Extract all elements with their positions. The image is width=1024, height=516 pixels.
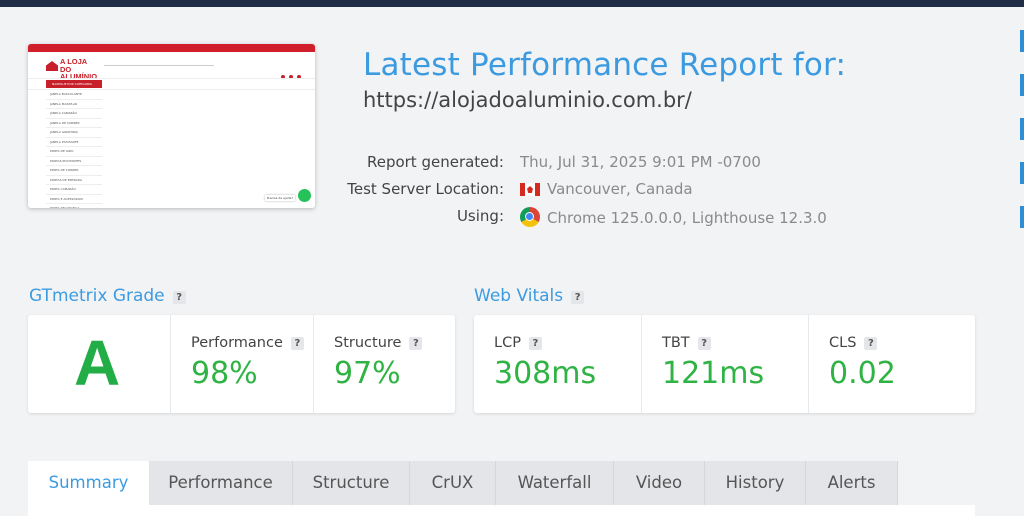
lcp-label: LCP — [494, 335, 521, 351]
tab-summary[interactable]: Summary — [28, 461, 149, 505]
test-location-value: Vancouver, Canada — [547, 180, 693, 198]
report-url[interactable]: https://alojadoaluminio.com.br/ — [363, 88, 692, 112]
top-bar — [0, 0, 1024, 7]
using-label: Using: — [456, 207, 504, 225]
gtmetrix-grade-title: GTmetrix Grade? — [29, 286, 186, 306]
test-location-label: Test Server Location: — [347, 180, 504, 198]
lcp-value: 308ms — [494, 356, 597, 391]
cls-label: CLS — [829, 335, 857, 351]
thumb-category-item: PORTAS PIVOTANTES — [46, 157, 102, 166]
grade-cell: A — [28, 315, 170, 413]
house-icon — [46, 61, 58, 71]
thumb-top-strip — [28, 44, 315, 52]
grade-letter: A — [74, 327, 121, 399]
lcp-cell: LCP? 308ms — [474, 315, 641, 413]
tab-alerts[interactable]: Alerts — [806, 461, 898, 505]
help-icon[interactable]: ? — [172, 291, 186, 304]
thumb-category-item: PORTA E ACESSÓRIOS — [46, 195, 102, 204]
report-generated-row: Report generated: Thu, Jul 31, 2025 9:01… — [330, 153, 810, 173]
test-location-row: Test Server Location: Vancouver, Canada — [330, 180, 810, 200]
thumb-category-item: PORTAS DE ENTRADA — [46, 176, 102, 185]
help-icon[interactable]: ? — [697, 337, 711, 350]
tbt-cell: TBT? 121ms — [641, 315, 809, 413]
cls-value: 0.02 — [829, 356, 896, 391]
thumb-header: A LOJA DO ALUMÍNIO — [28, 52, 315, 80]
structure-value: 97% — [334, 356, 401, 391]
thumb-nav: NAVEGUE POR CATEGORIA — [28, 78, 315, 90]
help-icon[interactable]: ? — [864, 337, 878, 350]
tbt-label: TBT — [662, 335, 690, 351]
thumb-category-item: PORTA SEGURANÇA — [46, 204, 102, 208]
thumb-category-item: PORTA DE CORRER — [46, 166, 102, 176]
tab-crux[interactable]: CrUX — [410, 461, 496, 505]
tab-video[interactable]: Video — [614, 461, 705, 505]
thumb-nav-category: NAVEGUE POR CATEGORIA — [46, 80, 102, 88]
using-row: Using: Chrome 125.0.0.0, Lighthouse 12.3… — [330, 207, 827, 227]
thumb-category-item: JANELA PIVOTANTE — [46, 138, 102, 147]
thumb-category-item: JANELA DE CORRER — [46, 119, 102, 128]
tab-performance[interactable]: Performance — [149, 461, 293, 505]
thumb-category-item: JANELA GIRATÓRIA — [46, 128, 102, 138]
help-icon[interactable]: ? — [290, 337, 304, 350]
report-generated-label: Report generated: — [366, 153, 504, 171]
cls-cell: CLS? 0.02 — [808, 315, 976, 413]
tab-structure[interactable]: Structure — [293, 461, 410, 505]
help-icon[interactable]: ? — [571, 291, 585, 304]
using-value: Chrome 125.0.0.0, Lighthouse 12.3.0 — [547, 209, 827, 227]
performance-value: 98% — [191, 356, 258, 391]
performance-label: Performance — [191, 335, 283, 351]
thumb-category-item: JANELA BASCULANTE — [46, 90, 102, 100]
page-title: Latest Performance Report for: — [363, 47, 847, 83]
structure-cell: Structure? 97% — [313, 315, 456, 413]
thumb-category-item: JANELA CAMARÃO — [46, 109, 102, 119]
tab-content-panel — [28, 505, 975, 516]
tbt-value: 121ms — [662, 356, 765, 391]
canada-flag-icon — [520, 183, 540, 196]
tab-history[interactable]: History — [705, 461, 806, 505]
right-edge-accent — [1020, 30, 1024, 250]
help-icon[interactable]: ? — [528, 337, 542, 350]
chrome-icon — [520, 207, 540, 227]
web-vitals-card: LCP? 308ms TBT? 121ms CLS? 0.02 — [474, 315, 975, 413]
report-generated-value: Thu, Jul 31, 2025 9:01 PM -0700 — [520, 153, 761, 171]
structure-label: Structure — [334, 335, 402, 351]
help-icon[interactable]: ? — [409, 337, 423, 350]
thumb-category-list: JANELA BASCULANTE JANELA MAXIM-AR JANELA C… — [46, 90, 102, 208]
thumb-category-item: PORTA DE GIRO — [46, 147, 102, 157]
thumb-search — [104, 58, 214, 66]
thumb-logo: A LOJA DO ALUMÍNIO — [46, 57, 97, 80]
performance-cell: Performance? 98% — [170, 315, 314, 413]
tab-waterfall[interactable]: Waterfall — [496, 461, 614, 505]
web-vitals-title: Web Vitals? — [474, 286, 585, 306]
thumb-category-item: PORTA CAMARÃO — [46, 185, 102, 195]
gtmetrix-grade-card: A Performance? 98% Structure? 97% — [28, 315, 455, 413]
thumb-category-item: JANELA MAXIM-AR — [46, 100, 102, 109]
page-screenshot-thumbnail[interactable]: A LOJA DO ALUMÍNIO NAVEGUE POR CATEGORIA … — [28, 44, 315, 208]
thumb-chat-label: Precisa de ajuda? — [264, 195, 295, 201]
whatsapp-icon — [298, 189, 311, 202]
